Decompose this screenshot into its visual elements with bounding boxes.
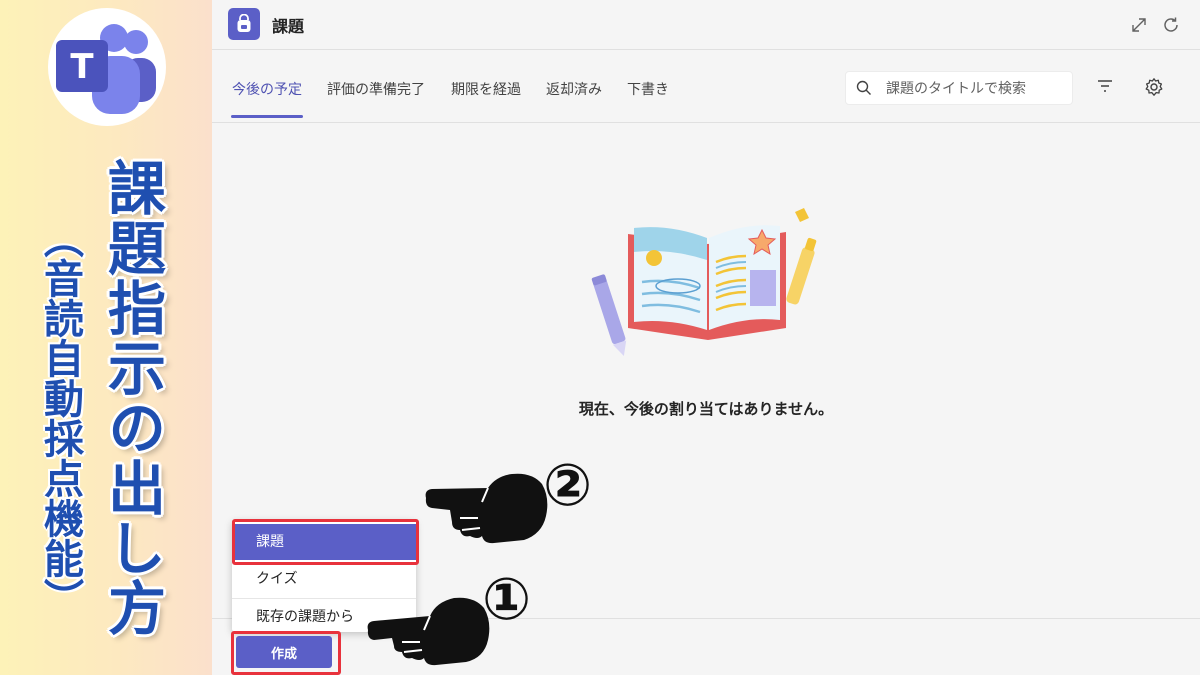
- search-box[interactable]: [845, 71, 1073, 105]
- tab-ready-to-grade[interactable]: 評価の準備完了: [327, 79, 425, 99]
- search-input[interactable]: [886, 78, 1066, 100]
- open-book-icon: [591, 208, 817, 356]
- assignments-app-icon: [228, 8, 260, 40]
- highlight-create: [231, 631, 341, 675]
- active-tab-indicator: [231, 115, 303, 118]
- refresh-icon[interactable]: [1160, 14, 1182, 36]
- search-icon: [856, 80, 872, 100]
- step-2-label: ②: [543, 451, 593, 519]
- tab-bar: 今後の予定 評価の準備完了 期限を経過 返却済み 下書き: [212, 51, 1200, 123]
- teams-logo-letter: T: [70, 47, 94, 87]
- tab-past-due[interactable]: 期限を経過: [451, 79, 521, 99]
- teams-logo-icon: T: [56, 24, 156, 114]
- app-title: 課題: [272, 17, 305, 36]
- tab-upcoming[interactable]: 今後の予定: [232, 79, 302, 99]
- pointing-hand-icon-step1: [367, 597, 490, 666]
- banner-title: 課題指示の出し方: [98, 158, 166, 638]
- tab-returned[interactable]: 返却済み: [546, 79, 602, 99]
- gear-icon[interactable]: [1144, 77, 1164, 101]
- empty-state-message: 現在、今後の割り当てはありません。: [578, 400, 834, 418]
- expand-icon[interactable]: [1128, 14, 1150, 36]
- teams-logo: T: [48, 8, 166, 126]
- empty-state-illustration: [590, 200, 830, 369]
- filter-icon[interactable]: [1096, 78, 1114, 98]
- pointing-hand-icon-step2: [425, 473, 548, 544]
- backpack-icon: [237, 14, 251, 32]
- highlight-assignment: [232, 519, 419, 565]
- step-1-label: ①: [482, 565, 532, 633]
- banner-subtitle: （音読自動採点機能）: [37, 218, 83, 618]
- assignments-app: 課題 今後の予定 評価の準備完了 期限を経過 返却済み 下書き 課題のタイトルで…: [212, 0, 1200, 675]
- app-header: 課題: [212, 0, 1200, 50]
- title-banner: T 課題指示の出し方 （音読自動採点機能）: [0, 0, 212, 675]
- tab-drafts[interactable]: 下書き: [627, 79, 669, 99]
